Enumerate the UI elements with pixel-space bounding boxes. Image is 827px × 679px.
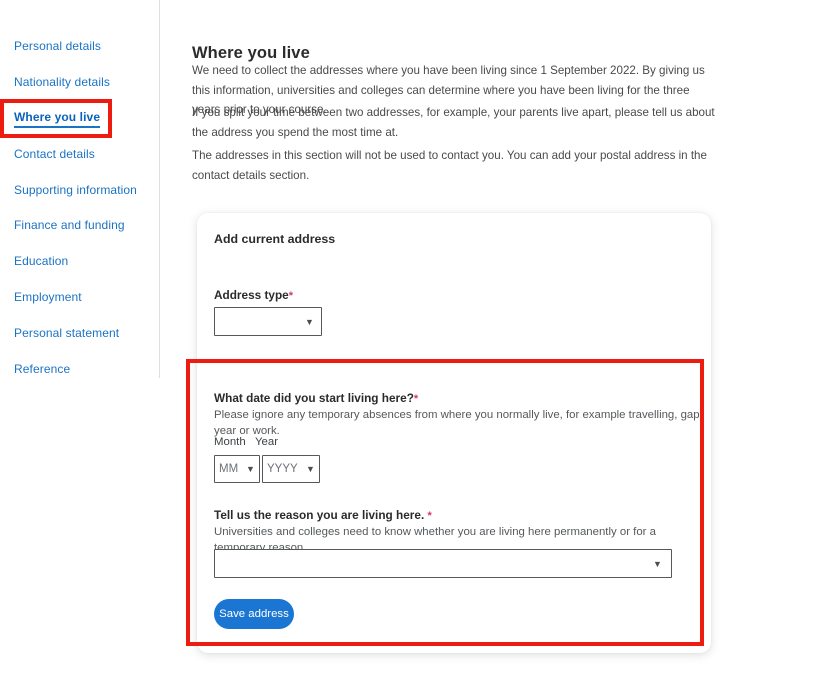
main-content: Where you live We need to collect the ad… <box>192 0 827 679</box>
save-address-button[interactable]: Save address <box>214 599 294 629</box>
required-asterisk: * <box>427 510 432 522</box>
reason-label-text: Tell us the reason you are living here. <box>214 508 425 522</box>
sidebar-item-employment[interactable]: Employment <box>14 289 82 305</box>
reason-select[interactable] <box>214 549 672 578</box>
address-type-label-text: Address type <box>214 288 289 302</box>
intro-paragraph-3: The addresses in this section will not b… <box>192 149 707 182</box>
start-date-hint: Please ignore any temporary absences fro… <box>214 409 700 437</box>
sidebar-item-supporting-information[interactable]: Supporting information <box>14 182 137 198</box>
start-date-label-text: What date did you start living here? <box>214 391 414 405</box>
address-type-label: Address type* <box>214 288 293 302</box>
sidebar-item-personal-details[interactable]: Personal details <box>14 38 101 54</box>
required-asterisk: * <box>413 393 419 405</box>
month-caption: Month <box>214 436 246 448</box>
year-caption: Year <box>255 436 279 448</box>
sidebar-item-where-you-live[interactable]: Where you live <box>14 109 101 128</box>
intro-paragraph-2: If you split your time between two addre… <box>192 106 715 139</box>
section-navigation-sidebar: Personal details Nationality details Whe… <box>0 0 160 378</box>
sidebar-item-nationality-details[interactable]: Nationality details <box>14 74 110 90</box>
add-current-address-card: Add current address Address type* ▼ What… <box>197 213 711 653</box>
required-asterisk: * <box>288 290 294 302</box>
sidebar-item-education[interactable]: Education <box>14 253 68 269</box>
sidebar-item-contact-details[interactable]: Contact details <box>14 146 95 162</box>
sidebar-item-finance-and-funding[interactable]: Finance and funding <box>14 217 125 233</box>
start-date-label: What date did you start living here?* <box>214 391 418 405</box>
sidebar-item-reference[interactable]: Reference <box>14 361 70 377</box>
month-select[interactable]: MM <box>214 455 260 483</box>
year-select[interactable]: YYYY <box>262 455 320 483</box>
address-type-select[interactable] <box>214 307 322 336</box>
sidebar-item-personal-statement[interactable]: Personal statement <box>14 325 119 341</box>
reason-label: Tell us the reason you are living here. … <box>214 508 432 522</box>
card-title: Add current address <box>214 232 336 246</box>
